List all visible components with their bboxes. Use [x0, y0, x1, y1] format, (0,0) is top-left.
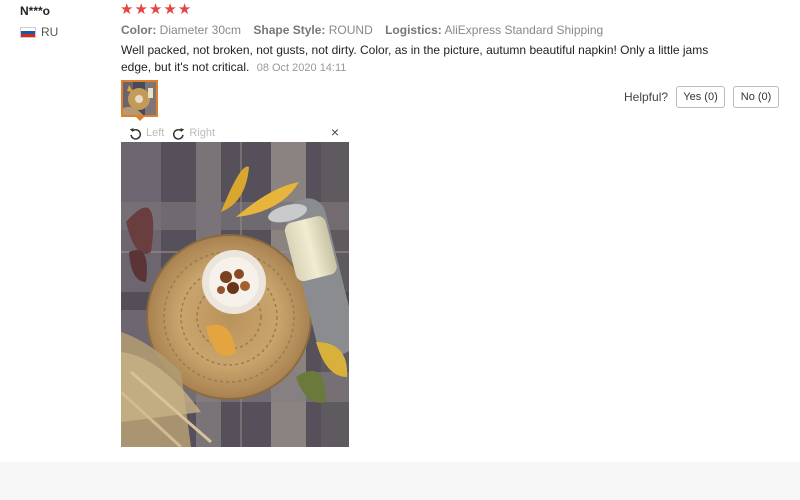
thumbnail-image [123, 82, 156, 115]
russia-flag-icon [20, 26, 36, 38]
star-icon: ★ [134, 1, 148, 18]
review-text-block: Well packed, not broken, not gusts, not … [121, 42, 711, 77]
attribute-key-shape: Shape Style: [253, 23, 326, 37]
rotate-right-icon [173, 127, 185, 140]
review-photo-thumbnail[interactable] [121, 80, 158, 117]
reviewer-name: N***o [20, 4, 51, 18]
country-code: RU [41, 25, 59, 39]
helpful-section: Helpful? Yes (0) No (0) [624, 86, 780, 108]
review-photo-image [121, 142, 349, 447]
rotate-left-button[interactable]: Left [129, 127, 164, 140]
rotate-right-button[interactable]: Right [172, 127, 215, 140]
helpful-no-button[interactable]: No (0) [733, 86, 780, 108]
star-icon: ★ [163, 1, 177, 18]
star-icon: ★ [120, 1, 134, 18]
review-date: 08 Oct 2020 14:11 [256, 62, 347, 74]
rotate-left-label: Left [146, 127, 165, 139]
review-photo-large [121, 142, 349, 447]
close-viewer-button[interactable]: × [331, 124, 339, 141]
attribute-value-shape: ROUND [328, 23, 373, 37]
star-icon: ★ [177, 1, 192, 18]
attribute-key-logistics: Logistics: [385, 23, 442, 37]
helpful-yes-button[interactable]: Yes (0) [676, 86, 726, 108]
photo-viewer-toolbar: Left Right × [121, 124, 349, 142]
review-text: Well packed, not broken, not gusts, not … [121, 43, 709, 74]
product-attributes: Color: Diameter 30cm Shape Style: ROUND … [121, 23, 612, 37]
attribute-value-logistics: AliExpress Standard Shipping [444, 23, 604, 37]
rotate-right-label: Right [189, 127, 216, 139]
rotate-left-icon [129, 127, 141, 140]
star-icon: ★ [148, 1, 163, 18]
helpful-label: Helpful? [624, 90, 669, 104]
attribute-value-color: Diameter 30cm [159, 23, 242, 37]
review-item: N***o RU ★ ★ ★ ★ ★ Color: Diameter 30cm … [0, 0, 800, 462]
star-rating: ★ ★ ★ ★ ★ [120, 2, 191, 18]
reviewer-country: RU [20, 25, 58, 39]
attribute-key-color: Color: [121, 23, 157, 37]
footer-strip [0, 462, 800, 500]
thumbnail-selected-caret [136, 117, 144, 121]
